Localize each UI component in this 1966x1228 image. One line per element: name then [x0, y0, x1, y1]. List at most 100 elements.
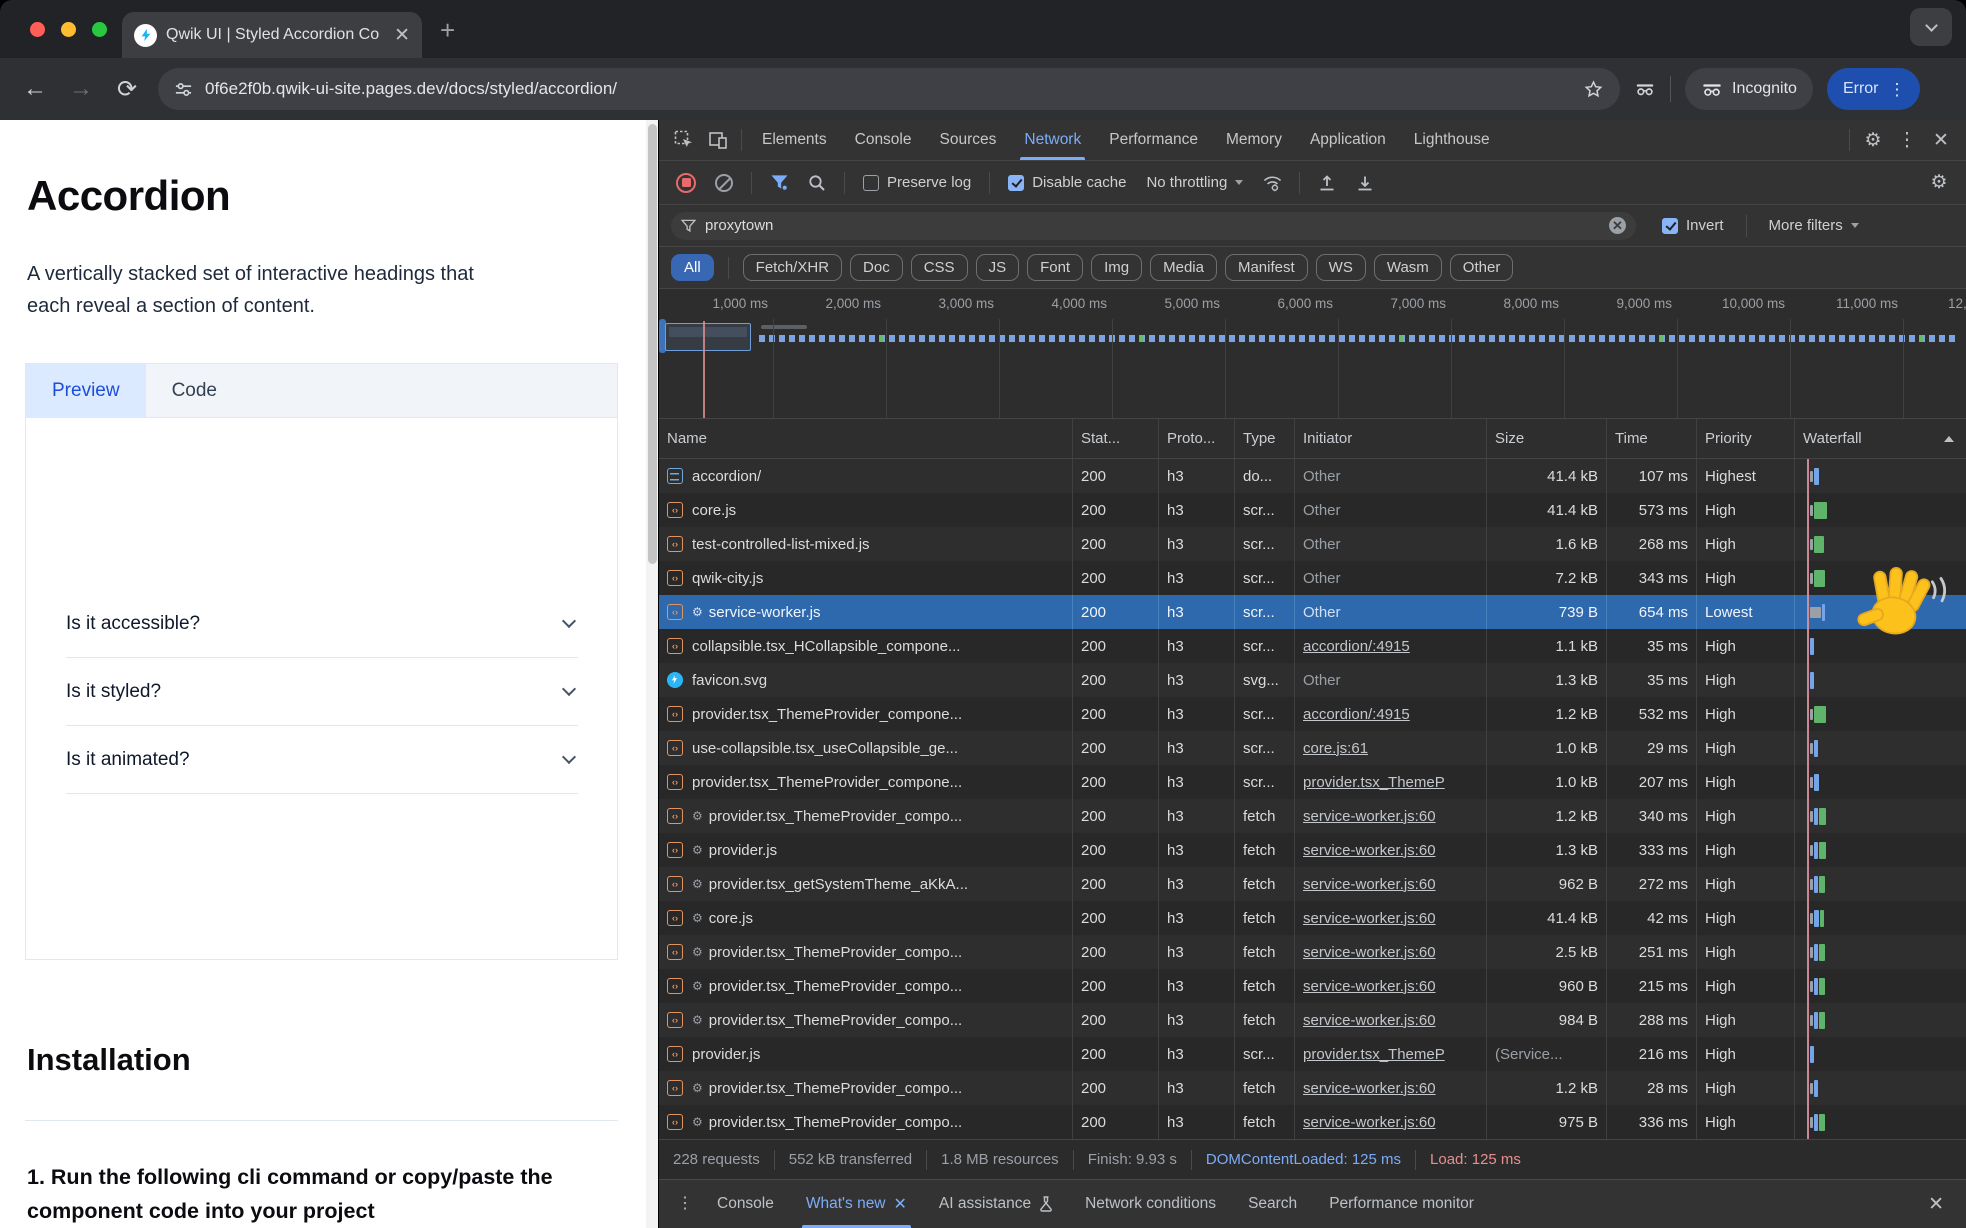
network-request-row[interactable]: ‹›⚙provider.tsx_ThemeProvider_compo...20… — [659, 969, 1966, 1003]
drawer-tab-search[interactable]: Search — [1232, 1180, 1313, 1228]
devtools-close-icon[interactable]: ✕ — [1924, 125, 1958, 155]
site-settings-icon[interactable] — [174, 80, 193, 99]
network-request-row[interactable]: ‹›collapsible.tsx_HCollapsible_compone..… — [659, 629, 1966, 663]
cell-initiator[interactable]: service-worker.js:60 — [1295, 901, 1487, 935]
import-har-icon[interactable] — [1310, 168, 1344, 198]
cell-name[interactable]: ‹›qwik-city.js — [659, 561, 1073, 595]
cell-name[interactable]: accordion/ — [659, 459, 1073, 493]
column-header-name[interactable]: Name — [659, 419, 1073, 458]
minimize-window-button[interactable] — [61, 22, 76, 37]
tab-overview-button[interactable] — [1910, 8, 1952, 46]
new-tab-button[interactable]: + — [440, 15, 455, 46]
cell-name[interactable]: ‹›provider.tsx_ThemeProvider_compone... — [659, 765, 1073, 799]
network-request-row[interactable]: ‹›provider.tsx_ThemeProvider_compone...2… — [659, 765, 1966, 799]
filter-funnel-icon[interactable] — [762, 168, 796, 198]
cell-initiator[interactable]: accordion/:4915 — [1295, 629, 1487, 663]
page-tab-code[interactable]: Code — [146, 364, 243, 417]
network-request-row[interactable]: ‹›⚙provider.tsx_ThemeProvider_compo...20… — [659, 799, 1966, 833]
cell-name[interactable]: ‹›collapsible.tsx_HCollapsible_compone..… — [659, 629, 1073, 663]
preserve-log-checkbox[interactable] — [863, 175, 879, 191]
drawer-close-icon[interactable]: ✕ — [1916, 1195, 1956, 1214]
cell-name[interactable]: ‹›test-controlled-list-mixed.js — [659, 527, 1073, 561]
cell-initiator[interactable]: service-worker.js:60 — [1295, 867, 1487, 901]
drawer-tab-what-s-new[interactable]: What's new✕ — [790, 1180, 923, 1228]
network-request-row[interactable]: ‹›provider.js200h3scr...provider.tsx_The… — [659, 1037, 1966, 1071]
accordion-item[interactable]: Is it animated? — [66, 726, 578, 794]
cell-name[interactable]: ‹›⚙provider.js — [659, 833, 1073, 867]
drawer-tab-console[interactable]: Console — [701, 1180, 790, 1228]
drawer-tab-network-conditions[interactable]: Network conditions — [1069, 1180, 1232, 1228]
filter-input[interactable]: proxytown ✕ — [671, 212, 1636, 240]
chip-wasm[interactable]: Wasm — [1374, 254, 1442, 281]
cell-name[interactable]: ‹›provider.tsx_ThemeProvider_compone... — [659, 697, 1073, 731]
clear-network-log-icon[interactable] — [707, 168, 741, 198]
column-header-stat[interactable]: Stat... — [1073, 419, 1159, 458]
url-text[interactable]: 0f6e2f0b.qwik-ui-site.pages.dev/docs/sty… — [205, 79, 1571, 99]
chip-media[interactable]: Media — [1150, 254, 1217, 281]
column-header-proto[interactable]: Proto... — [1159, 419, 1235, 458]
page-scrollbar[interactable] — [646, 120, 658, 1228]
chip-img[interactable]: Img — [1091, 254, 1142, 281]
export-har-icon[interactable] — [1348, 168, 1382, 198]
disable-cache-checkbox[interactable] — [1008, 175, 1024, 191]
cell-initiator[interactable]: provider.tsx_ThemeP — [1295, 765, 1487, 799]
invert-checkbox[interactable] — [1662, 218, 1678, 234]
network-request-row[interactable]: ‹›⚙provider.tsx_ThemeProvider_compo...20… — [659, 1105, 1966, 1139]
address-bar[interactable]: 0f6e2f0b.qwik-ui-site.pages.dev/docs/sty… — [158, 68, 1620, 110]
preserve-log-toggle[interactable]: Preserve log — [855, 174, 979, 191]
cell-name[interactable]: ‹›⚙provider.tsx_ThemeProvider_compo... — [659, 799, 1073, 833]
page-scrollbar-thumb[interactable] — [648, 124, 657, 564]
cell-name[interactable]: ‹›⚙core.js — [659, 901, 1073, 935]
network-request-row[interactable]: ‹›⚙provider.tsx_ThemeProvider_compo...20… — [659, 1003, 1966, 1037]
accordion-item[interactable]: Is it accessible? — [66, 590, 578, 658]
cell-name[interactable]: ‹›⚙service-worker.js — [659, 595, 1073, 629]
network-request-row[interactable]: ‹›qwik-city.js200h3scr...Other7.2 kB343 … — [659, 561, 1966, 595]
cell-name[interactable]: ‹›⚙provider.tsx_ThemeProvider_compo... — [659, 1003, 1073, 1037]
cell-initiator[interactable]: provider.tsx_ThemeP — [1295, 1037, 1487, 1071]
cell-initiator[interactable]: service-worker.js:60 — [1295, 1003, 1487, 1037]
devtools-tab-performance[interactable]: Performance — [1095, 120, 1212, 160]
cell-initiator[interactable]: service-worker.js:60 — [1295, 935, 1487, 969]
cell-name[interactable]: ‹›core.js — [659, 493, 1073, 527]
traffic-lights[interactable] — [30, 22, 107, 37]
forward-button[interactable]: → — [58, 75, 104, 103]
cell-name[interactable]: ‹›provider.js — [659, 1037, 1073, 1071]
column-header-size[interactable]: Size — [1487, 419, 1607, 458]
cell-name[interactable]: ‹›⚙provider.tsx_ThemeProvider_compo... — [659, 969, 1073, 1003]
inspect-element-icon[interactable] — [667, 125, 701, 155]
search-icon[interactable] — [800, 168, 834, 198]
reload-button[interactable]: ⟳ — [104, 75, 150, 104]
cell-initiator[interactable]: service-worker.js:60 — [1295, 1071, 1487, 1105]
network-request-row[interactable]: ‹›⚙service-worker.js200h3scr...Other739 … — [659, 595, 1966, 629]
network-request-row[interactable]: accordion/200h3do...Other41.4 kB107 msHi… — [659, 459, 1966, 493]
network-request-row[interactable]: ‹›use-collapsible.tsx_useCollapsible_ge.… — [659, 731, 1966, 765]
network-request-row[interactable]: ‹›⚙provider.tsx_ThemeProvider_compo...20… — [659, 935, 1966, 969]
column-header-type[interactable]: Type — [1235, 419, 1295, 458]
clear-filter-icon[interactable]: ✕ — [1609, 217, 1626, 234]
page-tab-preview[interactable]: Preview — [26, 364, 146, 417]
cell-name[interactable]: ‹›⚙provider.tsx_ThemeProvider_compo... — [659, 1071, 1073, 1105]
network-request-row[interactable]: ‹›core.js200h3scr...Other41.4 kB573 msHi… — [659, 493, 1966, 527]
chip-all[interactable]: All — [671, 254, 714, 281]
devtools-tab-elements[interactable]: Elements — [748, 120, 841, 160]
cell-initiator[interactable]: service-worker.js:60 — [1295, 969, 1487, 1003]
cell-name[interactable]: ‹›⚙provider.tsx_ThemeProvider_compo... — [659, 935, 1073, 969]
settings-gear-icon[interactable]: ⚙ — [1856, 125, 1890, 155]
network-request-row[interactable]: favicon.svg200h3svg...Other1.3 kB35 msHi… — [659, 663, 1966, 697]
cell-name[interactable]: favicon.svg — [659, 663, 1073, 697]
chip-fetch-xhr[interactable]: Fetch/XHR — [743, 254, 842, 281]
browser-tab[interactable]: Qwik UI | Styled Accordion Co ✕ — [122, 12, 422, 58]
drawer-menu-kebab-icon[interactable]: ⋮ — [669, 1196, 701, 1212]
network-settings-gear-icon[interactable]: ⚙ — [1922, 168, 1956, 198]
device-toolbar-icon[interactable] — [701, 125, 735, 155]
drawer-tab-ai-assistance[interactable]: AI assistance — [923, 1180, 1069, 1228]
devtools-tab-console[interactable]: Console — [841, 120, 926, 160]
record-network-log-button[interactable] — [669, 168, 703, 198]
network-request-row[interactable]: ‹›provider.tsx_ThemeProvider_compone...2… — [659, 697, 1966, 731]
close-icon[interactable]: ✕ — [894, 1194, 907, 1214]
cell-initiator[interactable]: core.js:61 — [1295, 731, 1487, 765]
back-button[interactable]: ← — [12, 75, 58, 103]
throttling-select[interactable]: No throttling — [1138, 174, 1251, 191]
network-overview-timeline[interactable]: 1,000 ms2,000 ms3,000 ms4,000 ms5,000 ms… — [659, 289, 1966, 419]
cell-initiator[interactable]: service-worker.js:60 — [1295, 833, 1487, 867]
